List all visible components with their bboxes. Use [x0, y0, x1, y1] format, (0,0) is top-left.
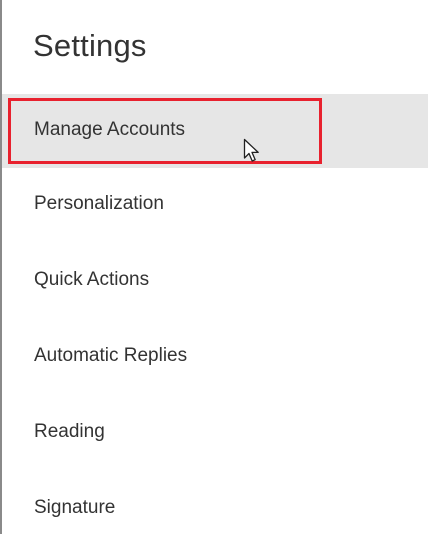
menu-item-reading[interactable]: Reading [0, 396, 428, 472]
menu-item-quick-actions[interactable]: Quick Actions [0, 244, 428, 320]
menu-item-label: Manage Accounts [34, 119, 186, 140]
menu-item-personalization[interactable]: Personalization [0, 168, 428, 244]
page-title: Settings [33, 28, 147, 63]
menu-item-label: Quick Actions [34, 269, 150, 290]
settings-panel: Settings Manage Accounts Personalization… [0, 0, 428, 534]
menu-item-manage-accounts[interactable]: Manage Accounts [0, 94, 428, 168]
menu-item-label: Automatic Replies [34, 345, 188, 366]
menu-item-label: Signature [34, 497, 116, 518]
settings-menu: Manage Accounts Personalization Quick Ac… [0, 94, 428, 548]
menu-item-label: Personalization [34, 193, 164, 214]
mouse-pointer-icon [243, 138, 259, 162]
menu-item-label: Reading [34, 421, 105, 442]
menu-item-signature[interactable]: Signature [0, 472, 428, 548]
menu-item-automatic-replies[interactable]: Automatic Replies [0, 320, 428, 396]
